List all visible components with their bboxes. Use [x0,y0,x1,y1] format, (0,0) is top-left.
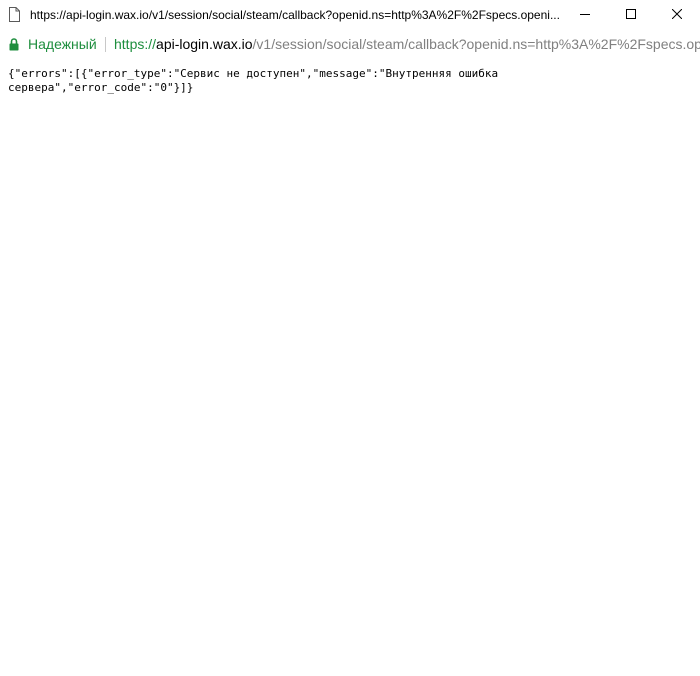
url-field[interactable]: https://api-login.wax.io/v1/session/soci… [114,36,700,53]
minimize-button[interactable] [562,0,608,30]
maximize-icon [626,6,636,24]
lock-icon[interactable] [9,38,19,51]
address-bar[interactable]: Надежный https://api-login.wax.io/v1/ses… [0,30,700,60]
url-scheme: https:// [114,36,157,52]
close-button[interactable] [654,0,700,30]
url-host: api-login.wax.io [156,36,253,52]
address-separator [105,37,106,52]
title-bar[interactable]: https://api-login.wax.io/v1/session/soci… [0,0,700,30]
window-title: https://api-login.wax.io/v1/session/soci… [30,8,560,22]
page-icon [9,7,20,22]
url-path: /v1/session/social/steam/callback?openid… [252,36,700,52]
maximize-button[interactable] [608,0,654,30]
minimize-icon [580,6,590,24]
close-icon [671,6,683,24]
page-content: {"errors":[{"error_type":"Сервис не дост… [0,60,700,676]
json-response-text: {"errors":[{"error_type":"Сервис не дост… [8,67,505,94]
browser-window: https://api-login.wax.io/v1/session/soci… [0,0,700,676]
secure-label[interactable]: Надежный [28,36,97,53]
